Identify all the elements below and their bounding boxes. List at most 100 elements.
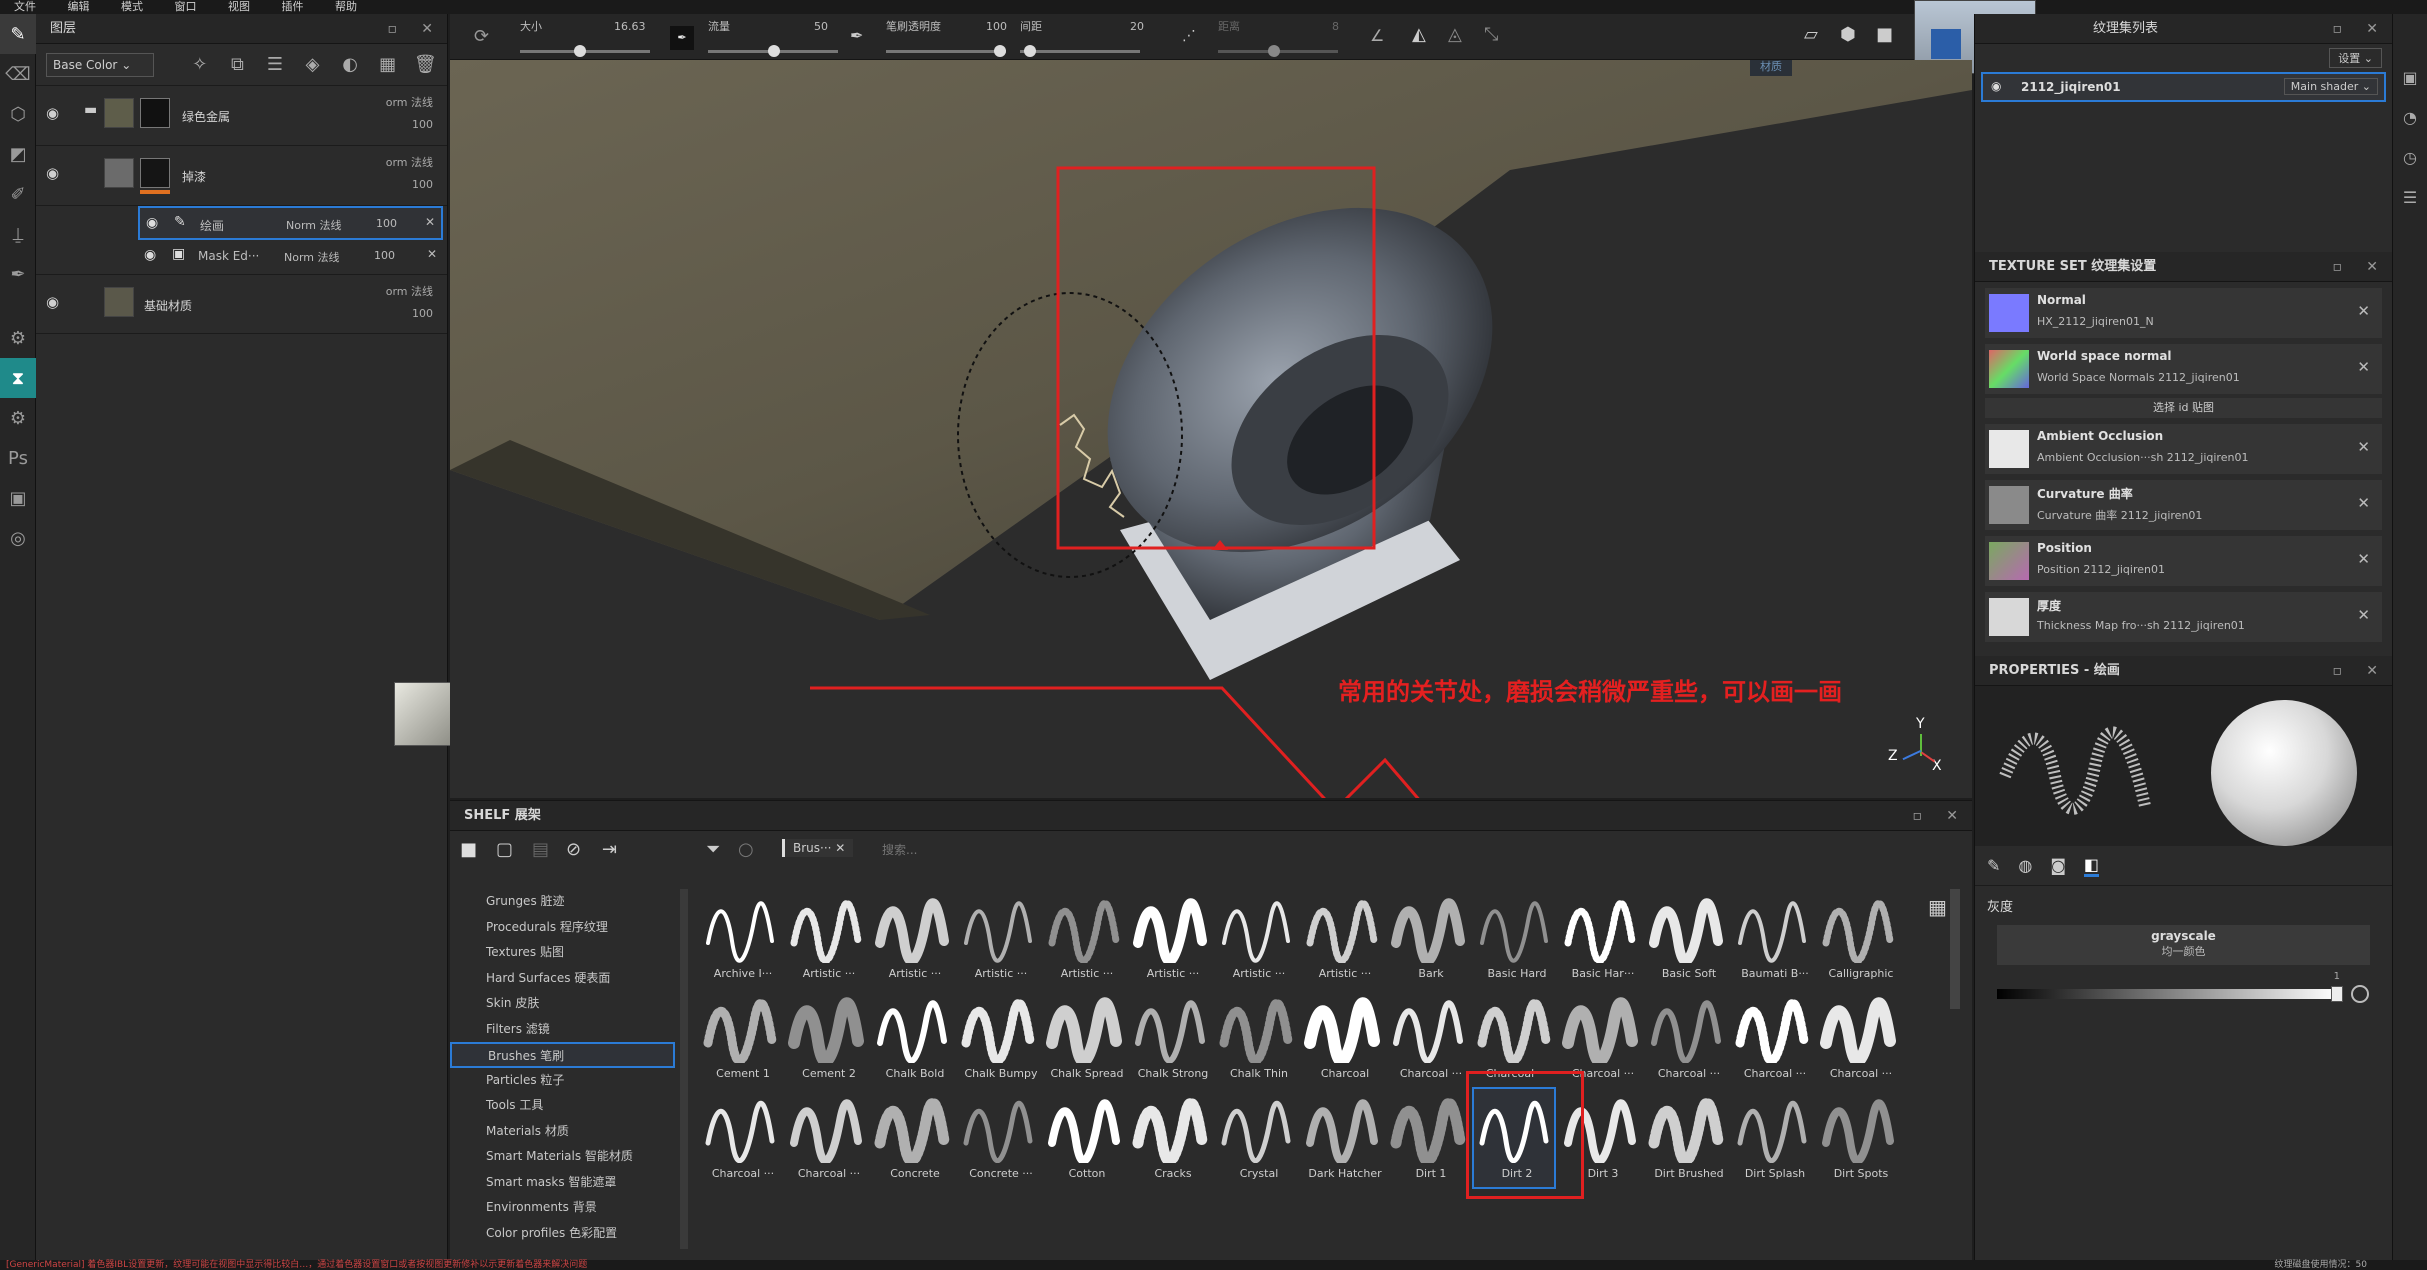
brush-item[interactable]: Calligraphic (1818, 889, 1898, 987)
brush-item[interactable]: Artistic ··· (872, 889, 952, 987)
save-icon[interactable]: ▤ (532, 839, 549, 860)
brush-item[interactable]: Artistic ··· (1044, 889, 1124, 987)
category-brushes[interactable]: Brushes 笔刷 (450, 1042, 675, 1068)
category-hard-surfaces[interactable]: Hard Surfaces 硬表面 (450, 966, 675, 992)
menu-view[interactable]: 视图 (214, 0, 264, 14)
brush-item[interactable]: Charcoal ··· (1646, 989, 1726, 1087)
layer-opacity[interactable]: 100 (412, 178, 433, 191)
menu-file[interactable]: 文件 (0, 0, 50, 14)
add-smart-mask-icon[interactable]: ◐ (338, 54, 362, 75)
brush-item[interactable]: Concrete (872, 1089, 952, 1187)
mesh-map-world-normal[interactable]: World space normal World Space Normals 2… (1985, 344, 2382, 394)
add-fill-layer-icon[interactable]: ◈ (301, 54, 325, 75)
refresh-icon[interactable]: ○ (738, 839, 754, 860)
brush-item[interactable]: Dark Hatcher (1302, 1089, 1382, 1187)
category-filters[interactable]: Filters 滤镜 (450, 1017, 675, 1043)
spacing-slider[interactable] (1020, 45, 1140, 57)
sublayer-opacity[interactable]: 100 (374, 249, 395, 262)
brush-item[interactable]: Artistic ··· (786, 889, 866, 987)
brush-item[interactable]: Charcoal (1302, 989, 1382, 1087)
category-skin[interactable]: Skin 皮肤 (450, 991, 675, 1017)
float-icon[interactable]: ▫ (388, 14, 398, 44)
brush-grid-scrollbar[interactable] (1950, 889, 1960, 1009)
texture-set-list-strip-icon[interactable]: ▣ (2393, 58, 2427, 98)
menu-window[interactable]: 窗口 (161, 0, 211, 14)
opacity-slider[interactable] (886, 45, 1006, 57)
import-icon[interactable]: ⇥ (602, 839, 617, 860)
menu-edit[interactable]: 编辑 (54, 0, 104, 14)
remove-map-icon[interactable]: ✕ (2357, 494, 2370, 512)
grid-view-icon[interactable]: ▦ (1928, 895, 1947, 919)
brush-item[interactable]: Chalk Bold (872, 989, 952, 1087)
eraser-icon[interactable]: ⌫ (0, 54, 36, 94)
brush-item[interactable]: Cement 1 (700, 989, 780, 1087)
clone-stamp-icon[interactable]: ⍊ (0, 214, 36, 254)
grayscale-slider[interactable]: 1 (1997, 971, 2370, 1011)
visibility-eye-icon[interactable]: ◉ (1991, 79, 2001, 93)
brush-settings-icon[interactable]: ⟳ (474, 26, 489, 47)
symmetry-icon[interactable]: ◭ (1412, 24, 1426, 45)
texture-set-icon[interactable]: ⧗ (0, 358, 36, 398)
filter-tag[interactable]: Brus··· ✕ (782, 839, 854, 857)
layer-item[interactable]: ◉ 基础材质 orm 法线 100 (36, 274, 447, 334)
grayscale-gradient[interactable] (1997, 989, 2337, 999)
grayscale-handle[interactable] (2331, 986, 2343, 1002)
size-value[interactable]: 16.63 (614, 20, 646, 33)
brush-item[interactable]: Chalk Bumpy (958, 989, 1038, 1087)
brush-item[interactable]: Dirt Brushed (1646, 1089, 1726, 1187)
sublayer-mask-editor[interactable]: ◉ ▣ Mask Ed··· Norm 法线 100 ✕ (138, 240, 443, 274)
close-icon[interactable]: ✕ (1946, 801, 1958, 831)
category-tools[interactable]: Tools 工具 (450, 1093, 675, 1119)
layer-opacity[interactable]: 100 (412, 307, 433, 320)
brush-item[interactable]: Charcoal ··· (1818, 989, 1898, 1087)
photoshop-export-icon[interactable]: Ps (0, 438, 36, 478)
paint-brush-icon[interactable]: ✎ (0, 14, 36, 54)
projection-icon[interactable]: ⬡ (0, 94, 36, 134)
3d-viewport[interactable]: 材质 常用的关节处，磨损会稍微严重些，可以画一画 Y Z X (450, 60, 1972, 798)
distance-slider-knob[interactable] (1268, 45, 1280, 57)
brush-item[interactable]: Cracks (1130, 1089, 1210, 1187)
transform-icon[interactable]: ⤡ (1484, 24, 1498, 45)
brush-item[interactable]: Basic Soft (1646, 889, 1726, 987)
pen-pressure-icon[interactable]: ✒ (670, 26, 694, 50)
sublayer-blend[interactable]: Norm 法线 (284, 249, 340, 265)
camera-icon[interactable]: ■ (1876, 24, 1893, 45)
mesh-map-thickness[interactable]: 厚度 Thickness Map fro···sh 2112_jiqiren01… (1985, 592, 2382, 642)
mesh-map-normal[interactable]: Normal HX_2112_jiqiren01_N ✕ (1985, 288, 2382, 338)
category-grunges[interactable]: Grunges 脏迹 (450, 889, 675, 915)
brush-item[interactable]: Charcoal ··· (1732, 989, 1812, 1087)
eyedropper-icon[interactable] (2351, 985, 2369, 1003)
menu-plugins[interactable]: 插件 (268, 0, 318, 14)
remove-icon[interactable]: ✕ (427, 247, 437, 261)
layer-item[interactable]: ◉ ▬ 绿色金属 orm 法线 100 (36, 86, 447, 146)
sublayer-paint[interactable]: ◉ ✎ 绘画 Norm 法线 100 ✕ (138, 206, 443, 240)
opacity-value[interactable]: 100 (986, 20, 1007, 33)
brush-item[interactable]: Crystal (1216, 1089, 1296, 1187)
settings-dropdown[interactable]: 设置 ⌄ (2329, 48, 2382, 68)
float-icon[interactable]: ▫ (1913, 801, 1923, 831)
mesh-map-curvature[interactable]: Curvature 曲率 Curvature 曲率 2112_jiqiren01… (1985, 480, 2382, 530)
flow-slider-knob[interactable] (768, 45, 780, 57)
distance-slider[interactable] (1218, 45, 1338, 57)
brush-item[interactable]: Chalk Strong (1130, 989, 1210, 1087)
blend-mode[interactable]: orm 法线 (386, 154, 433, 170)
display-settings-strip-icon[interactable]: ◔ (2393, 98, 2427, 138)
spacing-value[interactable]: 20 (1130, 20, 1144, 33)
shelf-search-input[interactable] (880, 837, 1930, 863)
visibility-eye-icon[interactable]: ◉ (144, 247, 156, 263)
brush-item[interactable]: Concrete ··· (958, 1089, 1038, 1187)
plugin-icon[interactable]: ◎ (0, 518, 36, 558)
add-layer-icon[interactable]: ☰ (263, 54, 287, 75)
history-icon[interactable]: ◷ (2393, 138, 2427, 178)
log-icon[interactable]: ☰ (2393, 178, 2427, 218)
brush-item[interactable]: Basic Har··· (1560, 889, 1640, 987)
brush-item[interactable]: Charcoal ··· (700, 1089, 780, 1187)
remove-map-icon[interactable]: ✕ (2357, 550, 2370, 568)
texture-set-item[interactable]: ◉ 2112_jiqiren01 Main shader ⌄ (1981, 72, 2386, 102)
menu-mode[interactable]: 模式 (107, 0, 157, 14)
category-color-profiles[interactable]: Color profiles 色彩配置 (450, 1221, 675, 1247)
blend-mode[interactable]: orm 法线 (386, 283, 433, 299)
folder-icon[interactable]: ■ (460, 839, 477, 860)
brush-item[interactable]: Cotton (1044, 1089, 1124, 1187)
mesh-map-ao[interactable]: Ambient Occlusion Ambient Occlusion···sh… (1985, 424, 2382, 474)
